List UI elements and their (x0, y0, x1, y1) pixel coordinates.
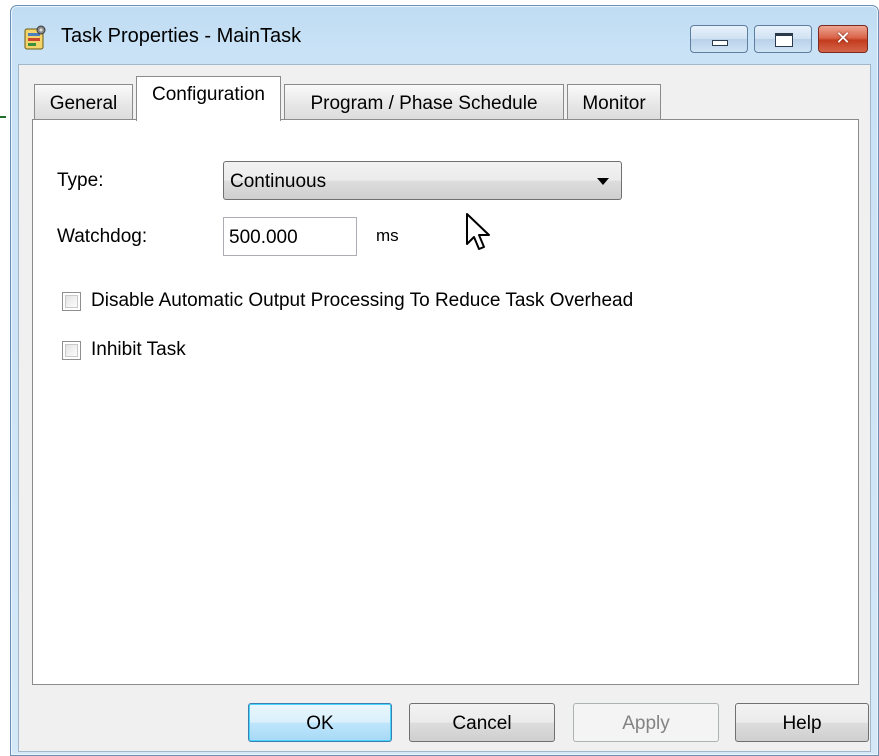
cancel-button[interactable]: Cancel (409, 703, 555, 742)
inhibit-task-checkbox[interactable] (62, 341, 81, 360)
watchdog-label: Watchdog: (57, 226, 148, 247)
mouse-pointer-icon (466, 213, 490, 250)
watchdog-input-value: 500.000 (229, 227, 298, 248)
maximize-button[interactable] (754, 25, 812, 53)
inhibit-task-label[interactable]: Inhibit Task (91, 339, 186, 361)
type-label: Type: (57, 170, 104, 191)
maximize-icon (775, 33, 793, 47)
minimize-button[interactable] (690, 25, 748, 53)
watchdog-unit: ms (376, 226, 399, 245)
type-dropdown[interactable]: Continuous (223, 161, 622, 200)
close-button[interactable]: ✕ (818, 25, 868, 53)
title-bar[interactable]: Task Properties - MainTask ✕ (11, 6, 878, 64)
tab-monitor[interactable]: Monitor (567, 84, 661, 120)
background-edge-mark (0, 116, 6, 118)
tab-general[interactable]: General (34, 84, 133, 120)
window-title: Task Properties - MainTask (61, 25, 302, 47)
disable-output-processing-checkbox[interactable] (62, 292, 81, 311)
minimize-icon (712, 40, 728, 46)
dialog-body: General Configuration Program / Phase Sc… (18, 64, 871, 752)
task-properties-icon (24, 25, 46, 50)
ok-button[interactable]: OK (248, 703, 392, 742)
help-button[interactable]: Help (735, 703, 869, 742)
type-dropdown-value: Continuous (230, 171, 327, 192)
watchdog-input[interactable]: 500.000 (223, 217, 357, 256)
task-properties-dialog: Task Properties - MainTask ✕ General Con… (10, 5, 879, 756)
tab-configuration[interactable]: Configuration (136, 76, 281, 121)
close-icon: ✕ (835, 28, 851, 48)
disable-output-processing-label[interactable]: Disable Automatic Output Processing To R… (91, 290, 633, 312)
tab-program-phase-schedule[interactable]: Program / Phase Schedule (284, 84, 564, 120)
apply-button[interactable]: Apply (573, 703, 719, 742)
configuration-panel: Type: Continuous Watchdog: 500.000 ms Di… (32, 119, 859, 685)
chevron-down-icon (597, 178, 609, 185)
